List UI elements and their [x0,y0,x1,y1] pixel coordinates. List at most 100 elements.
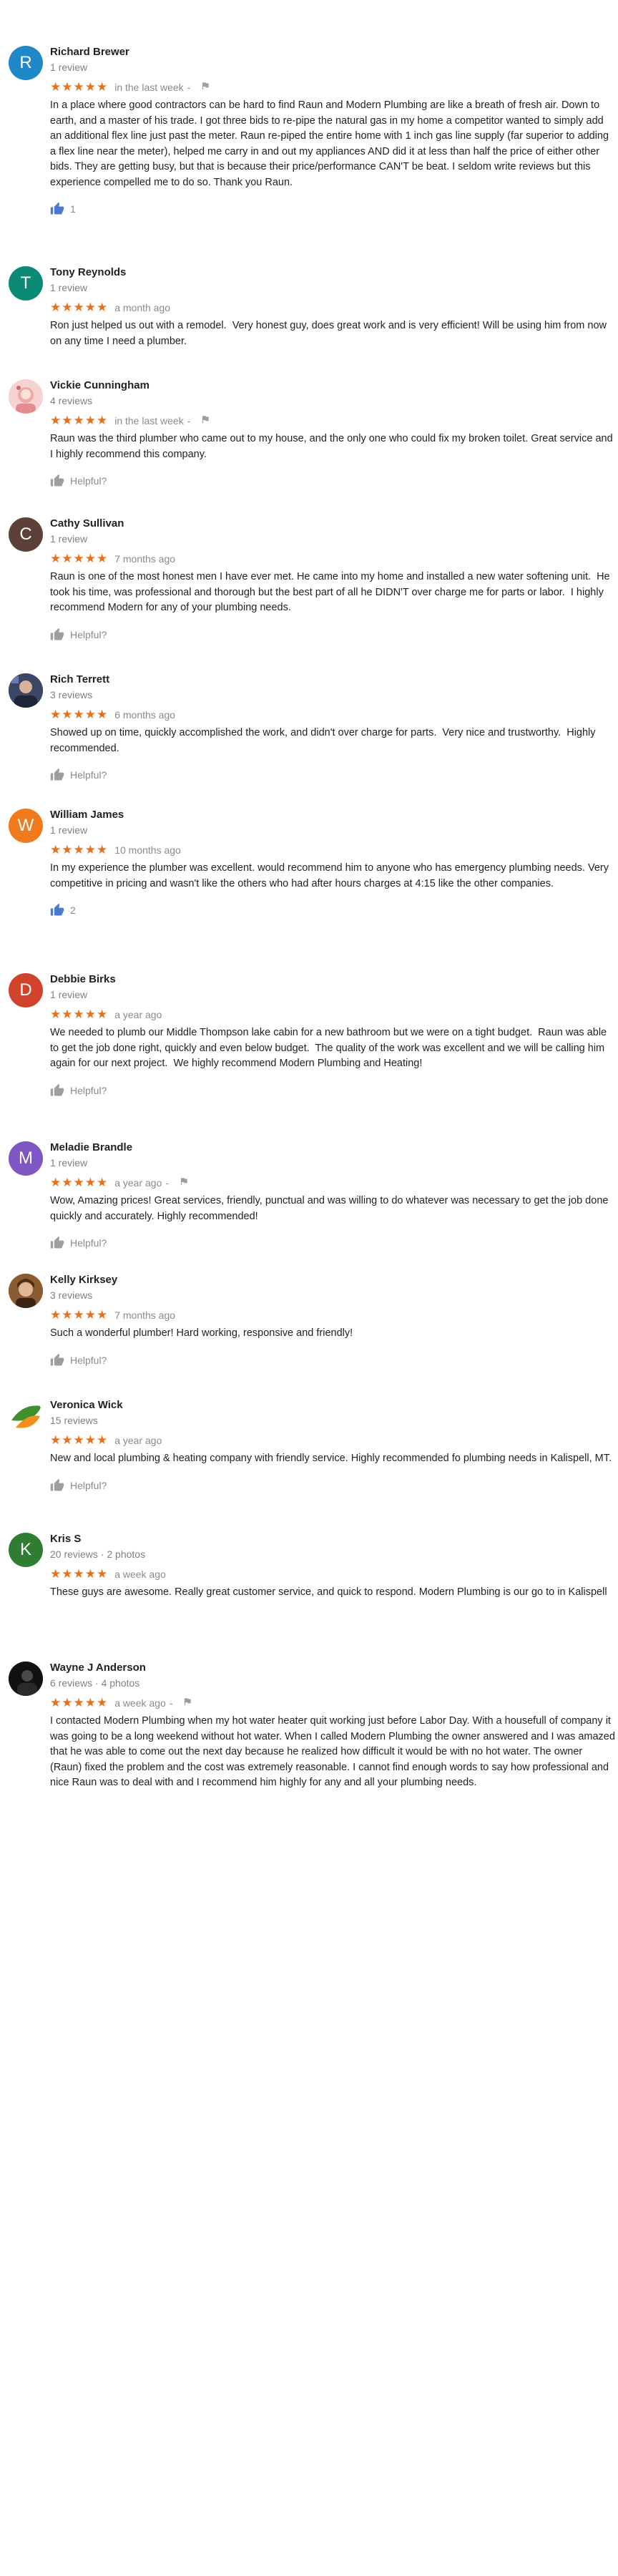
avatar-letter: K [19,1540,31,1559]
helpful-label[interactable]: 1 [70,203,76,215]
avatar-letter: C [19,525,32,544]
reviewer-name[interactable]: Veronica Wick [50,1399,615,1412]
review-date: a year ago [114,1435,162,1446]
separator: - [169,1697,173,1709]
avatar-photo [9,673,43,708]
reviewer-avatar[interactable] [9,1662,43,1696]
helpful-row: Helpful? [50,1083,615,1098]
reviewer-name[interactable]: Kris S [50,1533,615,1546]
separator: - [187,82,191,93]
helpful-row: Helpful? [50,627,615,643]
reviewer-meta: 1 review [50,989,88,1000]
avatar-letter: M [19,1148,33,1168]
reviewer-name[interactable]: Richard Brewer [50,46,615,59]
thumbs-up-icon[interactable] [50,1353,64,1367]
rating-line: ★★★★★ a week ago - [50,1696,615,1710]
reviewer-avatar[interactable]: R [9,46,43,80]
reviewer-name[interactable]: Vickie Cunningham [50,379,615,392]
helpful-label[interactable]: Helpful? [70,1085,107,1096]
thumbs-up-icon[interactable] [50,903,64,917]
review-date: a year ago [114,1009,162,1020]
flag-icon[interactable] [182,1697,192,1710]
reviewer-avatar[interactable] [9,379,43,414]
reviewer-avatar[interactable] [9,673,43,708]
helpful-label[interactable]: 2 [70,904,76,916]
reviewer-meta: 1 review [50,824,88,836]
review-text: In my experience the plumber was excelle… [50,862,612,889]
thumbs-up-icon[interactable] [50,768,64,782]
review-text: Ron just helped us out with a remodel. V… [50,320,610,347]
reviewer-name[interactable]: Meladie Brandle [50,1141,615,1154]
star-rating: ★★★★★ [50,1696,109,1709]
reviewer-name[interactable]: Kelly Kirksey [50,1274,615,1287]
flag-icon[interactable] [200,81,210,94]
reviewer-meta: 1 review [50,533,88,545]
reviewer-avatar[interactable]: M [9,1141,43,1176]
avatar-letter: D [19,980,32,1000]
helpful-label[interactable]: Helpful? [70,1480,107,1491]
flag-icon[interactable] [179,1176,189,1190]
star-rating: ★★★★★ [50,1176,109,1189]
review-body: Wayne J Anderson 6 reviews · 4 photos ★★★★… [50,1662,615,1791]
reviewer-meta: 20 reviews · 2 photos [50,1548,146,1560]
thumbs-up-icon[interactable] [50,1478,64,1493]
reviewer-avatar[interactable]: C [9,517,43,552]
review-text: I contacted Modern Plumbing when my hot … [50,1715,618,1788]
reviewer-avatar[interactable] [9,1399,43,1433]
review-text: New and local plumbing & heating company… [50,1453,612,1464]
review-body: Debbie Birks 1 review ★★★★★ a year ago We ne… [50,973,615,1098]
thumbs-up-icon[interactable] [50,474,64,488]
review-body: Richard Brewer 1 review ★★★★★ in the last w… [50,46,615,217]
helpful-label[interactable]: Helpful? [70,629,107,640]
review-date: 6 months ago [114,709,176,721]
avatar-photo [9,1662,43,1696]
thumbs-up-icon[interactable] [50,628,64,642]
reviewer-name[interactable]: Wayne J Anderson [50,1662,615,1674]
review-body: Rich Terrett 3 reviews ★★★★★ 6 months ago Sh… [50,673,615,783]
reviewer-name[interactable]: Tony Reynolds [50,266,615,279]
review-body: William James 1 review ★★★★★ 10 months ago I… [50,809,615,918]
review-text: We needed to plumb our Middle Thompson l… [50,1027,610,1069]
rating-line: ★★★★★ in the last week - [50,414,615,428]
reviewer-avatar[interactable] [9,1274,43,1308]
review-date: 7 months ago [114,553,176,565]
helpful-label[interactable]: Helpful? [70,1355,107,1366]
review-text: Wow, Amazing prices! Great services, fri… [50,1195,612,1222]
reviewer-avatar[interactable]: W [9,809,43,843]
review-date: a week ago [114,1697,166,1709]
reviewer-avatar[interactable]: D [9,973,43,1008]
helpful-label[interactable]: Helpful? [70,1237,107,1249]
reviewer-avatar[interactable]: T [9,266,43,301]
helpful-label[interactable]: Helpful? [70,475,107,487]
reviewer-name[interactable]: Rich Terrett [50,673,615,686]
review-date: a month ago [114,302,171,313]
helpful-row: Helpful? [50,1352,615,1368]
thumbs-up-icon[interactable] [50,202,64,216]
separator: - [187,415,191,426]
review-date: 7 months ago [114,1309,176,1321]
review-body: Vickie Cunningham 4 reviews ★★★★★ in the la… [50,379,615,489]
rating-line: ★★★★★ 7 months ago [50,552,615,566]
reviews-list: R Richard Brewer 1 review ★★★★★ in the last … [0,0,618,2576]
rating-line: ★★★★★ a year ago - [50,1176,615,1190]
helpful-row: Helpful? [50,767,615,783]
reviewer-name[interactable]: William James [50,809,615,821]
reviewer-meta: 1 review [50,282,88,293]
reviewer-name[interactable]: Cathy Sullivan [50,517,615,530]
star-rating: ★★★★★ [50,708,109,721]
review-text: Such a wonderful plumber! Hard working, … [50,1327,353,1339]
flag-icon[interactable] [200,414,210,428]
review-date: a week ago [114,1568,166,1580]
thumbs-up-icon[interactable] [50,1236,64,1250]
star-rating: ★★★★★ [50,301,109,314]
review-body: Kris S 20 reviews · 2 photos ★★★★★ a week a… [50,1533,615,1601]
reviewer-name[interactable]: Debbie Birks [50,973,615,986]
review-date: 10 months ago [114,844,181,856]
thumbs-up-icon[interactable] [50,1083,64,1098]
avatar-photo [9,1274,43,1308]
reviewer-avatar[interactable]: K [9,1533,43,1567]
helpful-label[interactable]: Helpful? [70,769,107,781]
rating-line: ★★★★★ 7 months ago [50,1308,615,1322]
star-rating: ★★★★★ [50,1008,109,1021]
avatar-photo [9,1399,43,1433]
